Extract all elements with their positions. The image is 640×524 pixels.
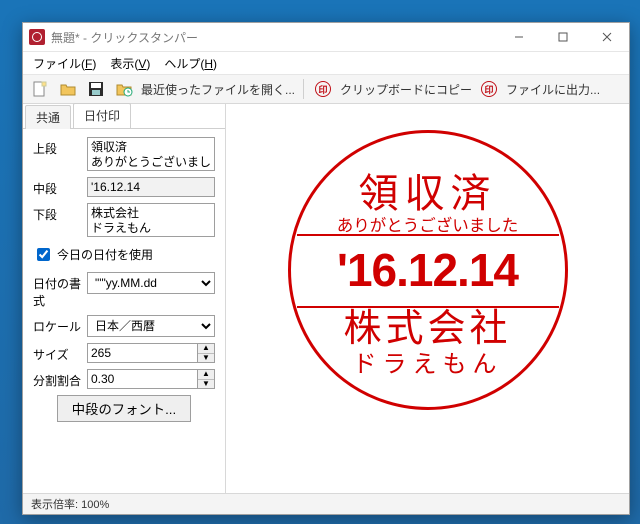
toolbar: 最近使ったファイルを開く... クリップボードにコピー ファイルに出力...: [23, 75, 629, 104]
label-top: 上段: [33, 137, 81, 157]
stamp-bot-line1: 株式会社: [343, 310, 511, 348]
input-size[interactable]: ▲▼: [87, 343, 215, 363]
stamp-top-line1: 領収済: [359, 174, 497, 214]
chevron-down-icon[interactable]: ▼: [198, 354, 214, 363]
stamp-bot-line2: ドラえもん: [353, 353, 503, 377]
preview-pane: 領収済 ありがとうございました '16.12.14 株式会社 ドラえもん: [226, 104, 629, 493]
label-locale: ロケール: [33, 315, 81, 335]
menu-bar: ファイル(F) 表示(V) ヘルプ(H): [23, 52, 629, 75]
app-window: 無題* - クリックスタンパー ファイル(F) 表示(V) ヘルプ(H) 最近使…: [22, 22, 630, 515]
label-date-format: 日付の書式: [33, 272, 81, 309]
spinner-size[interactable]: ▲▼: [197, 343, 215, 363]
input-mid: [87, 177, 215, 197]
copy-stamp-button[interactable]: [312, 78, 334, 100]
chevron-down-icon[interactable]: ▼: [198, 380, 214, 389]
stamp-bot: 株式会社 ドラえもん: [291, 306, 565, 399]
status-bar: 表示倍率: 100%: [23, 493, 629, 514]
stamp-date: '16.12.14: [337, 243, 518, 297]
stamp-top: 領収済 ありがとうございました: [291, 143, 565, 234]
label-size: サイズ: [33, 343, 81, 363]
toolbar-separator: [303, 79, 304, 99]
tab-date-stamp[interactable]: 日付印: [73, 103, 131, 128]
output-label[interactable]: ファイルに出力...: [506, 81, 600, 98]
minimize-button[interactable]: [497, 23, 541, 51]
input-ratio-field[interactable]: [87, 369, 197, 389]
menu-view[interactable]: 表示(V): [110, 55, 150, 72]
recent-button[interactable]: [113, 78, 135, 100]
stamp-mid: '16.12.14: [291, 234, 565, 305]
window-title: 無題* - クリックスタンパー: [51, 29, 497, 46]
label-bot: 下段: [33, 203, 81, 223]
maximize-button[interactable]: [541, 23, 585, 51]
input-size-field[interactable]: [87, 343, 197, 363]
window-buttons: [497, 23, 629, 51]
spinner-ratio[interactable]: ▲▼: [197, 369, 215, 389]
side-panel: 共通 日付印 上段 領収済 ありがとうございました 中段 下段 株式会社 ドラえ…: [23, 104, 226, 493]
checkbox-use-today-box[interactable]: [37, 248, 50, 261]
stamp-icon: [480, 80, 498, 98]
input-ratio[interactable]: ▲▼: [87, 369, 215, 389]
label-ratio: 分割割合: [33, 369, 81, 389]
new-button[interactable]: [29, 78, 51, 100]
select-date-format[interactable]: "'"yy.MM.dd: [87, 272, 215, 294]
recent-label[interactable]: 最近使ったファイルを開く...: [141, 81, 295, 98]
zoom-label: 表示倍率: 100%: [31, 496, 109, 512]
tab-common[interactable]: 共通: [25, 105, 71, 129]
save-button[interactable]: [85, 78, 107, 100]
input-bot[interactable]: 株式会社 ドラえもん: [87, 203, 215, 237]
menu-file[interactable]: ファイル(F): [33, 55, 96, 72]
label-mid: 中段: [33, 177, 81, 197]
stamp-preview: 領収済 ありがとうございました '16.12.14 株式会社 ドラえもん: [288, 130, 568, 410]
tab-strip: 共通 日付印: [23, 104, 225, 129]
app-icon: [29, 29, 45, 45]
open-button[interactable]: [57, 78, 79, 100]
select-locale[interactable]: 日本／西暦: [87, 315, 215, 337]
body: 共通 日付印 上段 領収済 ありがとうございました 中段 下段 株式会社 ドラえ…: [23, 104, 629, 493]
checkbox-use-today[interactable]: 今日の日付を使用: [33, 243, 215, 266]
copy-label[interactable]: クリップボードにコピー: [340, 81, 472, 98]
menu-help[interactable]: ヘルプ(H): [164, 55, 217, 72]
stamp-top-line2: ありがとうございました: [337, 218, 519, 235]
title-bar: 無題* - クリックスタンパー: [23, 23, 629, 52]
mid-font-button[interactable]: 中段のフォント...: [57, 395, 191, 422]
output-stamp-button[interactable]: [478, 78, 500, 100]
checkbox-use-today-label: 今日の日付を使用: [57, 246, 153, 263]
form: 上段 領収済 ありがとうございました 中段 下段 株式会社 ドラえもん 今日の日…: [23, 129, 225, 430]
stamp-icon: [314, 80, 332, 98]
close-button[interactable]: [585, 23, 629, 51]
input-top[interactable]: 領収済 ありがとうございました: [87, 137, 215, 171]
